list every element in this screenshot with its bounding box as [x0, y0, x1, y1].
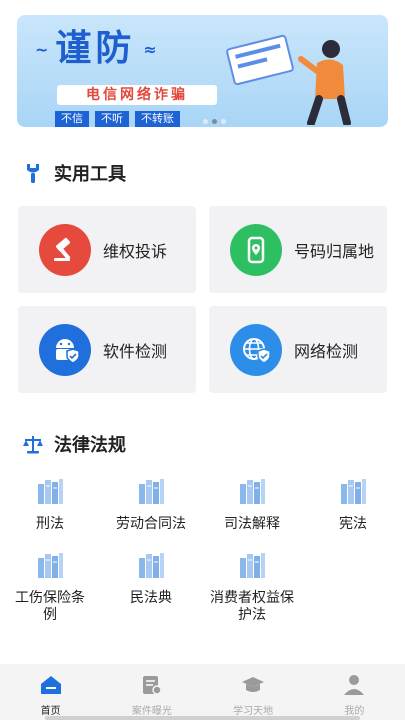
- bottom-nav: 首页 案件曝光 学习天地 我的: [0, 664, 405, 720]
- banner-tags: 不信 不听 不转账: [55, 111, 180, 127]
- nav-label: 我的: [344, 706, 365, 717]
- law-label: 民法典: [130, 590, 172, 606]
- tools-section-label: 实用工具: [54, 164, 126, 185]
- scales-icon: [23, 436, 43, 454]
- bank-card-illustration: [225, 34, 295, 86]
- gavel-icon: [39, 223, 91, 276]
- law-label: 消费者权益保护法: [210, 590, 294, 623]
- law-item[interactable]: 刑法: [0, 476, 100, 533]
- carousel-indicator[interactable]: [203, 119, 226, 124]
- law-book-icon: [240, 479, 265, 504]
- tool-card-number-location[interactable]: 号码归属地: [209, 206, 387, 293]
- person-illustration: [298, 40, 351, 125]
- promo-banner[interactable]: ~ 谨防 ≈ 电信网络诈骗 不信 不听 不转账: [17, 15, 388, 127]
- law-item[interactable]: 劳动合同法: [101, 476, 201, 533]
- tools-section-title: 实用工具: [22, 160, 126, 186]
- banner-tag: 不信: [55, 111, 89, 127]
- law-book-icon: [139, 553, 164, 578]
- law-book-icon: [139, 479, 164, 504]
- nav-label: 学习天地: [233, 706, 274, 717]
- law-book-icon: [240, 553, 265, 578]
- law-item[interactable]: 民法典: [101, 550, 201, 607]
- law-book-icon: [38, 553, 63, 578]
- user-icon: [344, 675, 365, 695]
- carousel-dot[interactable]: [221, 119, 226, 124]
- carousel-dot[interactable]: [203, 119, 208, 124]
- nav-item-cases[interactable]: 案件曝光: [101, 664, 202, 720]
- banner-subtitle: 电信网络诈骗: [57, 85, 217, 105]
- tool-label: 号码归属地: [294, 241, 375, 261]
- globe-shield-icon: [230, 323, 282, 376]
- nav-label: 案件曝光: [131, 706, 172, 717]
- banner-title: 谨防: [55, 28, 136, 69]
- home-indicator: [45, 716, 360, 720]
- laws-section-title: 法律法规: [22, 431, 126, 457]
- banner-deco-left: ~: [35, 39, 48, 59]
- banner-tag: 不转账: [135, 111, 180, 127]
- nav-item-learning[interactable]: 学习天地: [203, 664, 304, 720]
- law-label: 司法解释: [224, 516, 280, 532]
- home-icon: [40, 676, 61, 694]
- phone-location-icon: [230, 223, 282, 276]
- tool-card-complaint[interactable]: 维权投诉: [18, 206, 196, 293]
- banner-tag: 不听: [95, 111, 129, 127]
- carousel-dot-active[interactable]: [212, 119, 217, 124]
- banner-title-row: ~ 谨防 ≈: [35, 28, 157, 69]
- case-icon: [142, 676, 162, 695]
- tool-card-software-check[interactable]: 软件检测: [18, 306, 196, 393]
- law-book-icon: [38, 479, 63, 504]
- tool-card-network-check[interactable]: 网络检测: [209, 306, 387, 393]
- tool-label: 网络检测: [294, 341, 359, 361]
- law-label: 刑法: [36, 516, 64, 532]
- nav-label: 首页: [40, 706, 61, 717]
- law-item[interactable]: 司法解释: [202, 476, 302, 533]
- tool-label: 软件检测: [103, 341, 168, 361]
- nav-item-home[interactable]: 首页: [0, 664, 101, 720]
- tool-label: 维权投诉: [103, 241, 168, 261]
- android-shield-icon: [39, 323, 91, 376]
- law-item[interactable]: 消费者权益保护法: [202, 550, 302, 624]
- law-label: 劳动合同法: [116, 516, 186, 532]
- law-book-icon: [341, 479, 366, 504]
- law-label: 工伤保险条例: [15, 590, 85, 623]
- tool-icon: [27, 164, 39, 183]
- law-label: 宪法: [339, 516, 367, 532]
- law-item[interactable]: 工伤保险条例: [0, 550, 100, 624]
- laws-section-label: 法律法规: [54, 435, 126, 456]
- law-item[interactable]: 宪法: [303, 476, 403, 533]
- graduation-cap-icon: [242, 677, 265, 692]
- nav-item-mine[interactable]: 我的: [304, 664, 405, 720]
- banner-deco-right: ≈: [143, 39, 156, 59]
